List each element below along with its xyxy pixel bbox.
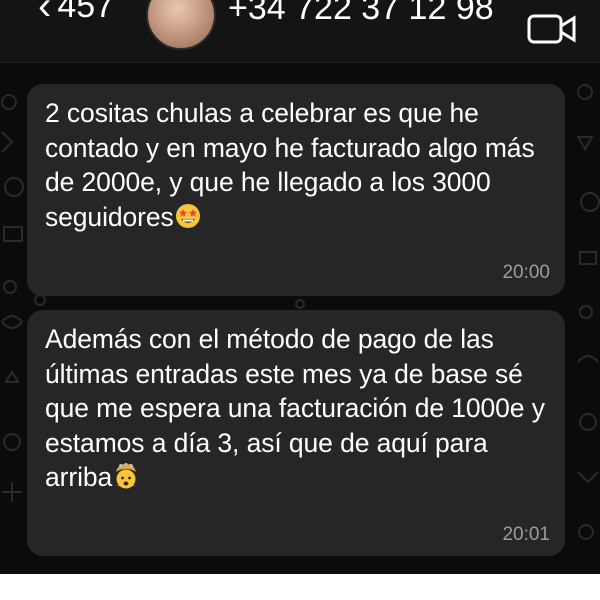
message-bubble[interactable]: Además con el método de pago de las últi…: [27, 310, 565, 556]
exploding-head-emoji: [115, 463, 138, 489]
message-timestamp: 20:00: [502, 262, 550, 283]
chat-window: ‹ 457 +34 722 37 12 98 2 cositas chulas …: [0, 0, 600, 574]
contact-avatar[interactable]: [146, 0, 216, 50]
star-struck-emoji: [175, 203, 200, 228]
video-call-icon[interactable]: [527, 14, 577, 44]
message-text-wrapper: Además con el método de pago de las últi…: [45, 322, 550, 495]
message-text: 2 cositas chulas a celebrar es que he co…: [45, 98, 535, 232]
back-button[interactable]: ‹ 457: [38, 0, 114, 26]
chevron-left-icon: ‹: [38, 0, 52, 28]
chat-header: ‹ 457 +34 722 37 12 98: [0, 0, 600, 63]
message-text-wrapper: 2 cositas chulas a celebrar es que he co…: [45, 96, 550, 234]
message-bubble[interactable]: 2 cositas chulas a celebrar es que he co…: [27, 84, 565, 296]
back-unread-count: 457: [57, 0, 115, 25]
message-timestamp: 20:01: [502, 524, 550, 545]
contact-name[interactable]: +34 722 37 12 98: [228, 0, 494, 28]
